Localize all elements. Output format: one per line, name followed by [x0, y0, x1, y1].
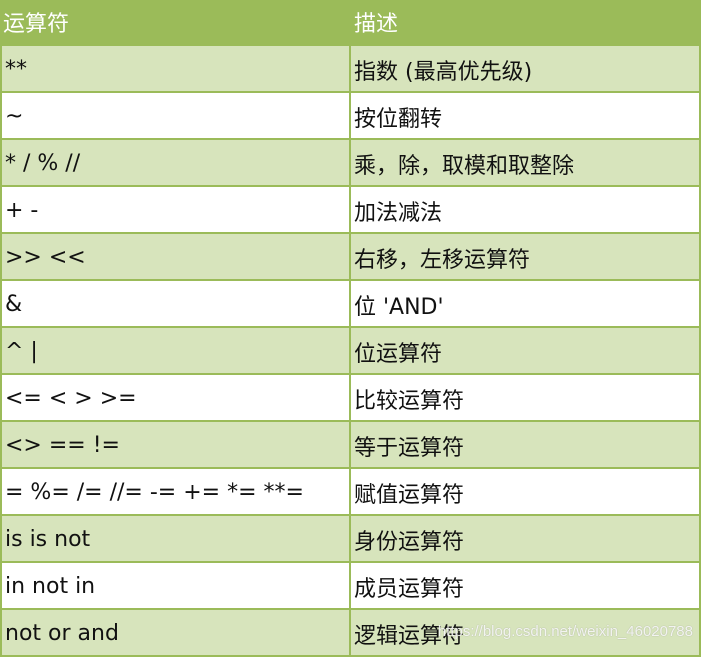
operator-cell: ^ | [0, 328, 351, 373]
description-cell: 身份运算符 [351, 516, 701, 561]
table-row: ~ 按位翻转 [0, 93, 701, 140]
operator-precedence-table: 运算符 描述 ** 指数 (最高优先级) ~ 按位翻转 * / % //乘，除，取模和取… [0, 0, 701, 657]
table-row: = %= /= //= -= += *= **= 赋值运算符 [0, 469, 701, 516]
operator-cell: ~ [0, 93, 351, 138]
description-cell: 按位翻转 [351, 93, 701, 138]
table-header-row: 运算符 描述 [0, 0, 701, 46]
operator-cell: not or and [0, 610, 351, 655]
table-row: + - 加法减法 [0, 187, 701, 234]
description-cell: 位运算符 [351, 328, 701, 373]
table-row: ^ | 位运算符 [0, 328, 701, 375]
watermark: https://blog.csdn.net/weixin_46020788 [437, 623, 693, 640]
description-cell: 位 'AND' [351, 281, 701, 326]
description-cell: 右移，左移运算符 [351, 234, 701, 279]
description-cell: 乘，除，取模和取整除 [351, 140, 701, 185]
table-row: in not in 成员运算符 [0, 563, 701, 610]
table-row: is is not 身份运算符 [0, 516, 701, 563]
description-cell: 赋值运算符 [351, 469, 701, 514]
description-cell: 比较运算符 [351, 375, 701, 420]
description-cell: 指数 (最高优先级) [351, 46, 701, 91]
description-cell: 等于运算符 [351, 422, 701, 467]
operator-cell: <> == != [0, 422, 351, 467]
table-row: >> << 右移，左移运算符 [0, 234, 701, 281]
table-row: & 位 'AND' [0, 281, 701, 328]
table-row: * / % //乘，除，取模和取整除 [0, 140, 701, 187]
header-operator: 运算符 [0, 0, 351, 44]
operator-cell: ** [0, 46, 351, 91]
operator-cell: & [0, 281, 351, 326]
description-cell: 加法减法 [351, 187, 701, 232]
header-description: 描述 [351, 0, 701, 44]
operator-cell: in not in [0, 563, 351, 608]
operator-cell: * / % // [0, 140, 351, 185]
operator-cell: + - [0, 187, 351, 232]
table-row: ** 指数 (最高优先级) [0, 46, 701, 93]
operator-cell: <= < > >= [0, 375, 351, 420]
operator-cell: >> << [0, 234, 351, 279]
operator-cell: = %= /= //= -= += *= **= [0, 469, 351, 514]
table-row: <= < > >= 比较运算符 [0, 375, 701, 422]
description-cell: 成员运算符 [351, 563, 701, 608]
operator-cell: is is not [0, 516, 351, 561]
table-row: <> == != 等于运算符 [0, 422, 701, 469]
